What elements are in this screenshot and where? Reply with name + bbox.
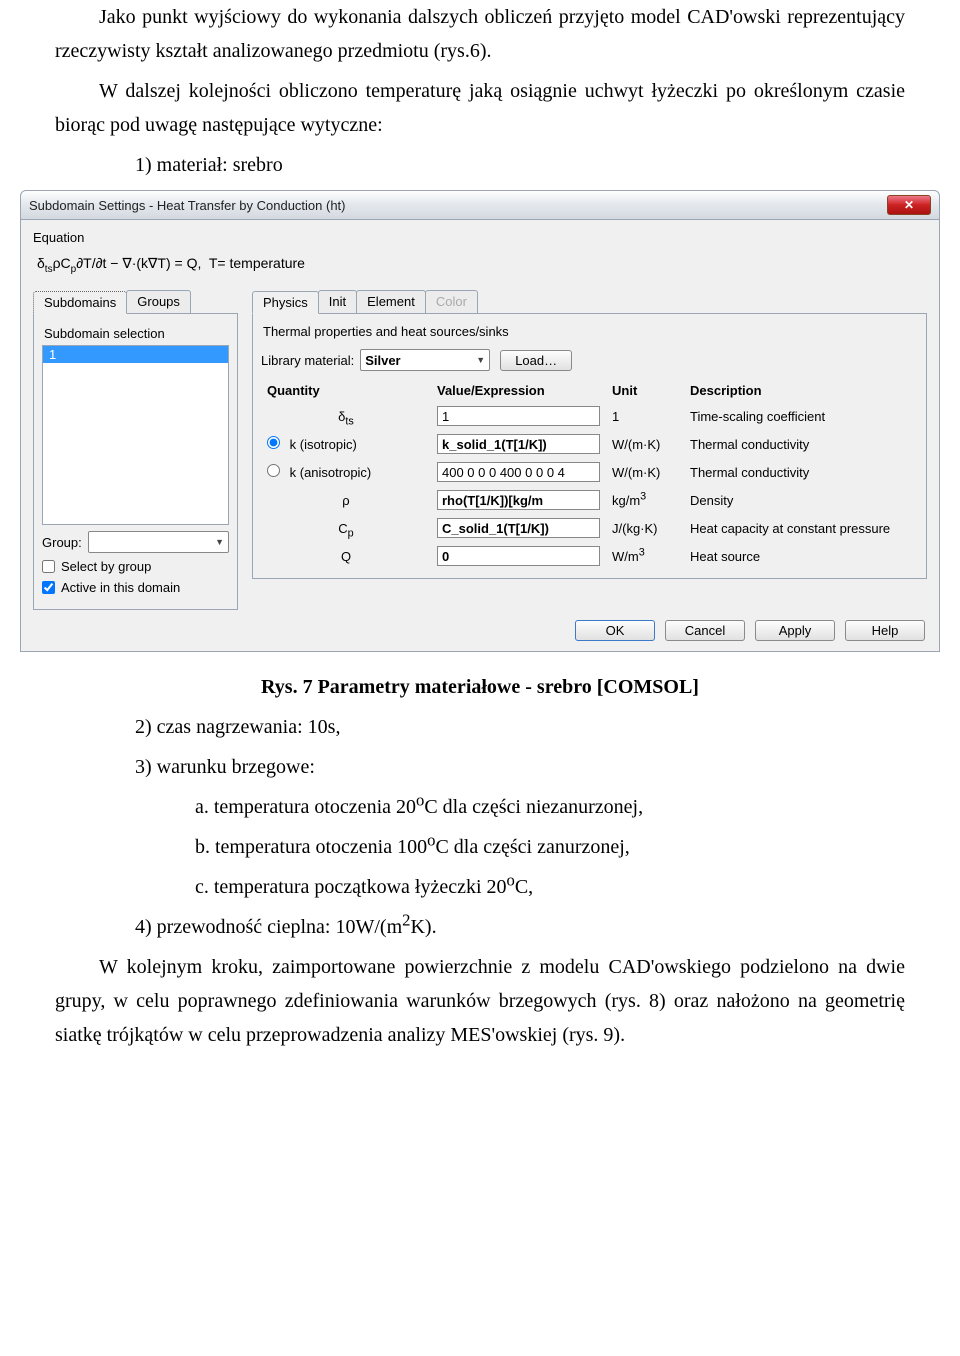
active-in-domain-checkbox[interactable] [42,581,55,594]
subdomain-settings-dialog: Subdomain Settings - Heat Transfer by Co… [20,190,940,652]
property-grid: Quantity Value/Expression Unit Descripti… [261,379,918,570]
tab-color: Color [425,290,478,313]
table-row: Q W/m3 Heat source [261,542,918,570]
equation-text: δtsρCp∂T/∂t − ∇·(k∇T) = Q, T= temperatur… [33,249,927,290]
chevron-down-icon: ▼ [476,355,485,365]
table-row: ρ kg/m3 Density [261,486,918,514]
subdomain-selection-label: Subdomain selection [44,326,229,341]
value-input[interactable] [437,406,600,426]
table-row: k (isotropic) W/(m·K) Thermal conductivi… [261,430,918,458]
list-item-3c: c. temperatura początkowa łyżeczki 20oC, [195,870,905,904]
right-tabs: Physics Init Element Color [252,290,927,314]
tab-physics[interactable]: Physics [252,291,319,314]
close-icon: ✕ [904,198,914,212]
group-dropdown[interactable]: ▼ [88,531,229,553]
k-isotropic-radio[interactable] [267,436,280,449]
list-item-3a: a. temperatura otoczenia 20oC dla części… [195,790,905,824]
ok-button[interactable]: OK [575,620,655,641]
figure-caption-7: Rys. 7 Parametry materiałowe - srebro [C… [55,670,905,704]
chevron-down-icon: ▼ [215,537,224,547]
subdomain-listbox[interactable]: 1 [42,345,229,525]
equation-label: Equation [33,230,927,245]
col-description: Description [684,379,918,402]
table-row: k (anisotropic) W/(m·K) Thermal conducti… [261,458,918,486]
table-row: δts 1 Time-scaling coefficient [261,402,918,430]
list-item-2: 2) czas nagrzewania: 10s, [135,710,905,744]
load-button[interactable]: Load… [500,350,572,371]
paragraph-2: W dalszej kolejności obliczono temperatu… [55,74,905,142]
value-input[interactable] [437,490,600,510]
library-material-dropdown[interactable]: Silver ▼ [360,349,490,371]
list-item-3: 3) warunku brzegowe: [135,750,905,784]
value-input[interactable] [437,518,600,538]
cancel-button[interactable]: Cancel [665,620,745,641]
group-label: Group: [42,535,82,550]
col-quantity: Quantity [261,379,431,402]
tab-init[interactable]: Init [318,290,357,313]
select-by-group-checkbox[interactable] [42,560,55,573]
col-unit: Unit [606,379,684,402]
select-by-group-label: Select by group [61,559,151,574]
paragraph-3: W kolejnym kroku, zaimportowane powierzc… [55,950,905,1052]
left-tabs: Subdomains Groups [33,290,238,314]
library-material-label: Library material: [261,353,354,368]
value-input[interactable] [437,434,600,454]
list-item-4: 4) przewodność cieplna: 10W/(m2K). [135,910,905,944]
dialog-titlebar[interactable]: Subdomain Settings - Heat Transfer by Co… [20,190,940,220]
thermal-properties-label: Thermal properties and heat sources/sink… [263,324,918,339]
dialog-title: Subdomain Settings - Heat Transfer by Co… [29,198,887,213]
close-button[interactable]: ✕ [887,195,931,215]
paragraph-1: Jako punkt wyjściowy do wykonania dalszy… [55,0,905,68]
tab-subdomains[interactable]: Subdomains [33,291,127,314]
active-in-domain-label: Active in this domain [61,580,180,595]
tab-groups[interactable]: Groups [126,290,191,313]
value-input[interactable] [437,546,600,566]
value-input[interactable] [437,462,600,482]
dialog-buttons: OK Cancel Apply Help [33,610,927,643]
k-anisotropic-radio[interactable] [267,464,280,477]
apply-button[interactable]: Apply [755,620,835,641]
list-item-1: 1) materiał: srebro [135,148,905,182]
help-button[interactable]: Help [845,620,925,641]
table-row: Cp J/(kg·K) Heat capacity at constant pr… [261,514,918,542]
tab-element[interactable]: Element [356,290,426,313]
list-item-3b: b. temperatura otoczenia 100oC dla częśc… [195,830,905,864]
col-value: Value/Expression [431,379,606,402]
list-item[interactable]: 1 [43,346,228,363]
